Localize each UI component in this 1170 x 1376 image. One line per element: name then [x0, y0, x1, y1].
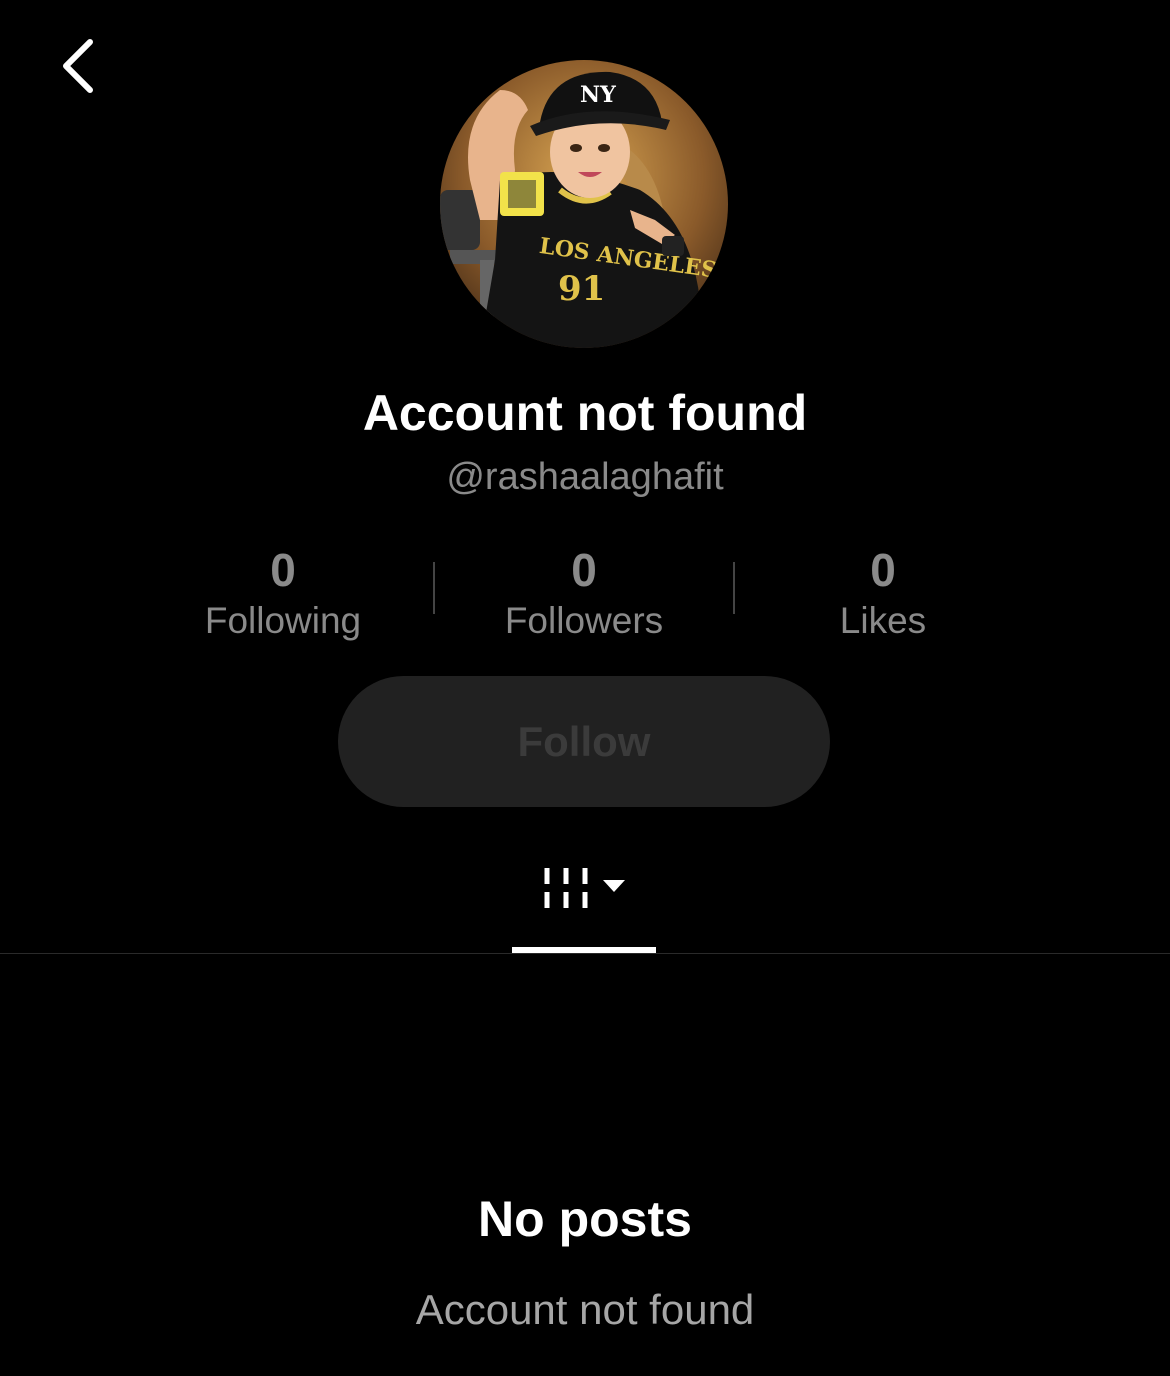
- tab-videos[interactable]: [512, 856, 656, 954]
- tab-divider: [0, 953, 1170, 954]
- empty-state-subtitle: Account not found: [415, 1286, 755, 1333]
- stat-followers[interactable]: 0 Followers: [434, 542, 734, 644]
- stat-following[interactable]: 0 Following: [133, 542, 433, 644]
- page-title: Account not found: [362, 385, 808, 441]
- svg-text:91: 91: [558, 269, 605, 309]
- likes-count: 0: [870, 544, 896, 596]
- grid-videos-icon: [544, 868, 588, 908]
- likes-label: Likes: [839, 600, 927, 641]
- back-button[interactable]: [50, 34, 106, 98]
- caret-down-icon: [603, 880, 625, 892]
- svg-text:NY: NY: [580, 82, 616, 108]
- empty-state-title: No posts: [478, 1191, 692, 1247]
- following-label: Following: [204, 600, 362, 641]
- avatar: LOS ANGELES 91 NY: [440, 60, 728, 348]
- followers-label: Followers: [504, 600, 664, 641]
- chevron-left-icon: [63, 39, 93, 93]
- following-count: 0: [270, 544, 296, 596]
- stat-likes[interactable]: 0 Likes: [733, 542, 1033, 644]
- followers-count: 0: [571, 544, 597, 596]
- follow-button[interactable]: Follow: [338, 676, 830, 807]
- username-handle: @rashaalaghafit: [446, 456, 724, 498]
